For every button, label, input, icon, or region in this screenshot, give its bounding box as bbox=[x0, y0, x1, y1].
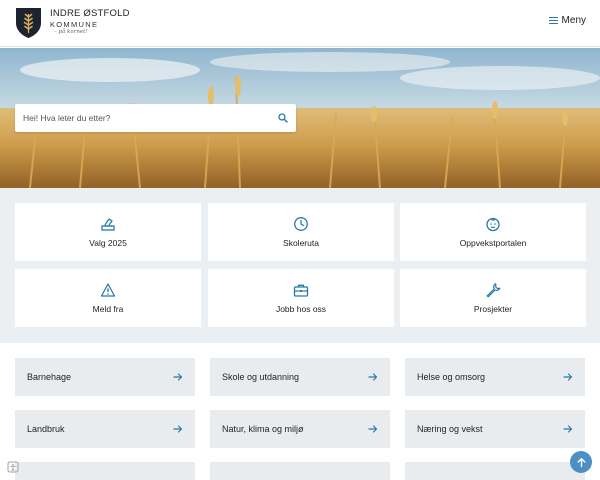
topic-label: Landbruk bbox=[27, 424, 65, 434]
accessibility-icon[interactable] bbox=[7, 461, 19, 473]
quick-link-prosjekter[interactable]: Prosjekter bbox=[400, 269, 586, 327]
topic-card-partial[interactable] bbox=[15, 462, 195, 480]
quick-link-jobb[interactable]: Jobb hos oss bbox=[208, 269, 394, 327]
topic-naering[interactable]: Næring og vekst bbox=[405, 410, 585, 448]
child-face-icon bbox=[486, 217, 500, 232]
arrow-right-icon bbox=[368, 425, 378, 433]
arrow-right-icon bbox=[563, 373, 573, 381]
hamburger-icon bbox=[548, 16, 558, 25]
topic-label: Næring og vekst bbox=[417, 424, 483, 434]
arrow-right-icon bbox=[173, 373, 183, 381]
wrench-icon bbox=[486, 283, 501, 298]
arrow-right-icon bbox=[173, 425, 183, 433]
org-name: INDRE ØSTFOLD bbox=[50, 8, 130, 19]
search-input[interactable] bbox=[23, 113, 278, 123]
topic-helse[interactable]: Helse og omsorg bbox=[405, 358, 585, 396]
municipality-logo[interactable]: INDRE ØSTFOLD KOMMUNE – på kornet! bbox=[15, 7, 130, 39]
quick-links: Valg 2025 Skoleruta Oppvekstportalen Mel… bbox=[0, 188, 600, 343]
org-subtitle: KOMMUNE bbox=[50, 19, 99, 29]
topic-label: Helse og omsorg bbox=[417, 372, 486, 382]
topic-landbruk[interactable]: Landbruk bbox=[15, 410, 195, 448]
coat-of-arms-icon bbox=[16, 8, 41, 38]
briefcase-icon bbox=[293, 284, 309, 297]
menu-label: Meny bbox=[561, 15, 586, 26]
quick-link-skoleruta[interactable]: Skoleruta bbox=[208, 203, 394, 261]
search-bar[interactable] bbox=[15, 104, 296, 132]
site-header: INDRE ØSTFOLD KOMMUNE – på kornet! Meny bbox=[0, 0, 600, 47]
quick-link-valg[interactable]: Valg 2025 bbox=[15, 203, 201, 261]
arrow-up-icon bbox=[577, 457, 585, 467]
back-to-top-button[interactable] bbox=[570, 451, 592, 473]
topic-label: Skole og utdanning bbox=[222, 372, 300, 382]
topic-card-partial[interactable] bbox=[405, 462, 585, 480]
arrow-right-icon bbox=[563, 425, 573, 433]
topic-card-partial[interactable] bbox=[210, 462, 390, 480]
quick-link-oppvekstportalen[interactable]: Oppvekstportalen bbox=[400, 203, 586, 261]
topic-barnehage[interactable]: Barnehage bbox=[15, 358, 195, 396]
topic-skole[interactable]: Skole og utdanning bbox=[210, 358, 390, 396]
arrow-right-icon bbox=[368, 373, 378, 381]
quick-link-label: Jobb hos oss bbox=[275, 304, 327, 314]
topic-natur[interactable]: Natur, klima og miljø bbox=[210, 410, 390, 448]
quick-link-label: Meld fra bbox=[92, 304, 124, 314]
quick-link-label: Skoleruta bbox=[283, 238, 319, 248]
search-icon[interactable] bbox=[278, 113, 288, 123]
topic-cards: Barnehage Skole og utdanning Helse og om… bbox=[0, 343, 600, 480]
clock-icon bbox=[294, 217, 308, 231]
quick-link-label: Oppvekstportalen bbox=[459, 238, 527, 248]
org-tagline: – på kornet! bbox=[54, 29, 88, 35]
ballot-box-icon bbox=[101, 218, 115, 231]
quick-link-label: Prosjekter bbox=[473, 304, 513, 314]
menu-button[interactable]: Meny bbox=[548, 15, 586, 26]
topic-label: Barnehage bbox=[27, 372, 72, 382]
topic-label: Natur, klima og miljø bbox=[222, 424, 304, 434]
quick-link-meld-fra[interactable]: Meld fra bbox=[15, 269, 201, 327]
warning-icon bbox=[100, 283, 116, 297]
quick-link-label: Valg 2025 bbox=[89, 238, 127, 248]
